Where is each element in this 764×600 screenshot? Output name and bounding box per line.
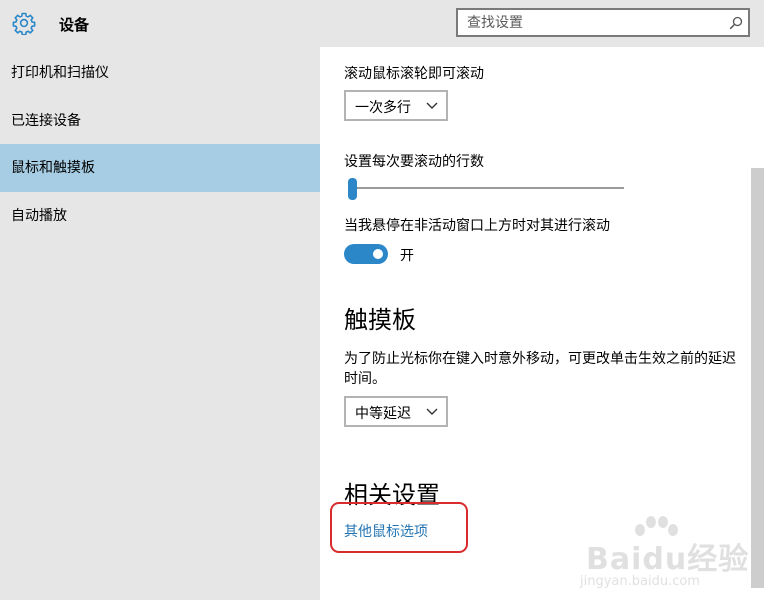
dropdown-value: 一次多行: [355, 100, 411, 116]
baidu-watermark: Baidu经验 jingyan.baidu.com: [580, 516, 756, 596]
sidebar-item-label: 自动播放: [11, 208, 67, 224]
touchpad-description: 为了防止光标你在键入时意外移动，可更改单击生效之前的延迟时间。: [344, 351, 736, 387]
search-box[interactable]: [456, 8, 750, 37]
watermark-brand: Baidu经验: [586, 542, 750, 577]
touchpad-delay-dropdown[interactable]: 中等延迟: [344, 396, 448, 427]
page-title: 设备: [59, 16, 90, 34]
dropdown-value: 中等延迟: [355, 406, 411, 422]
scroll-mode-label: 滚动鼠标滚轮即可滚动: [344, 66, 484, 82]
sidebar: 打印机和扫描仪 已连接设备 鼠标和触摸板 自动播放: [0, 47, 320, 600]
search-input[interactable]: [467, 14, 717, 32]
annotation-highlight: [330, 502, 468, 553]
scroll-mode-dropdown[interactable]: 一次多行: [344, 90, 448, 121]
gear-icon: [12, 12, 36, 35]
sidebar-item-printers-scanners[interactable]: 打印机和扫描仪: [0, 49, 320, 97]
sidebar-item-label: 鼠标和触摸板: [11, 160, 95, 176]
search-icon[interactable]: [729, 16, 743, 30]
sidebar-item-connected-devices[interactable]: 已连接设备: [0, 97, 320, 145]
title-bar: 设备: [0, 0, 764, 47]
inactive-scroll-label: 当我悬停在非活动窗口上方时对其进行滚动: [344, 218, 610, 234]
sidebar-item-label: 已连接设备: [11, 113, 81, 129]
scroll-lines-slider-thumb[interactable]: [348, 178, 357, 200]
inactive-scroll-toggle[interactable]: [344, 244, 388, 264]
sidebar-item-label: 打印机和扫描仪: [11, 65, 109, 81]
scroll-lines-label: 设置每次要滚动的行数: [344, 154, 484, 170]
scroll-lines-slider-track[interactable]: [352, 187, 624, 189]
chevron-down-icon: [426, 102, 438, 109]
touchpad-heading: 触摸板: [344, 306, 416, 334]
sidebar-item-mouse-touchpad[interactable]: 鼠标和触摸板: [0, 144, 320, 192]
chevron-down-icon: [426, 408, 438, 415]
watermark-url: jingyan.baidu.com: [580, 574, 700, 589]
toggle-knob: [373, 249, 383, 259]
sidebar-item-autoplay[interactable]: 自动播放: [0, 192, 320, 240]
toggle-state-label: 开: [400, 248, 414, 264]
